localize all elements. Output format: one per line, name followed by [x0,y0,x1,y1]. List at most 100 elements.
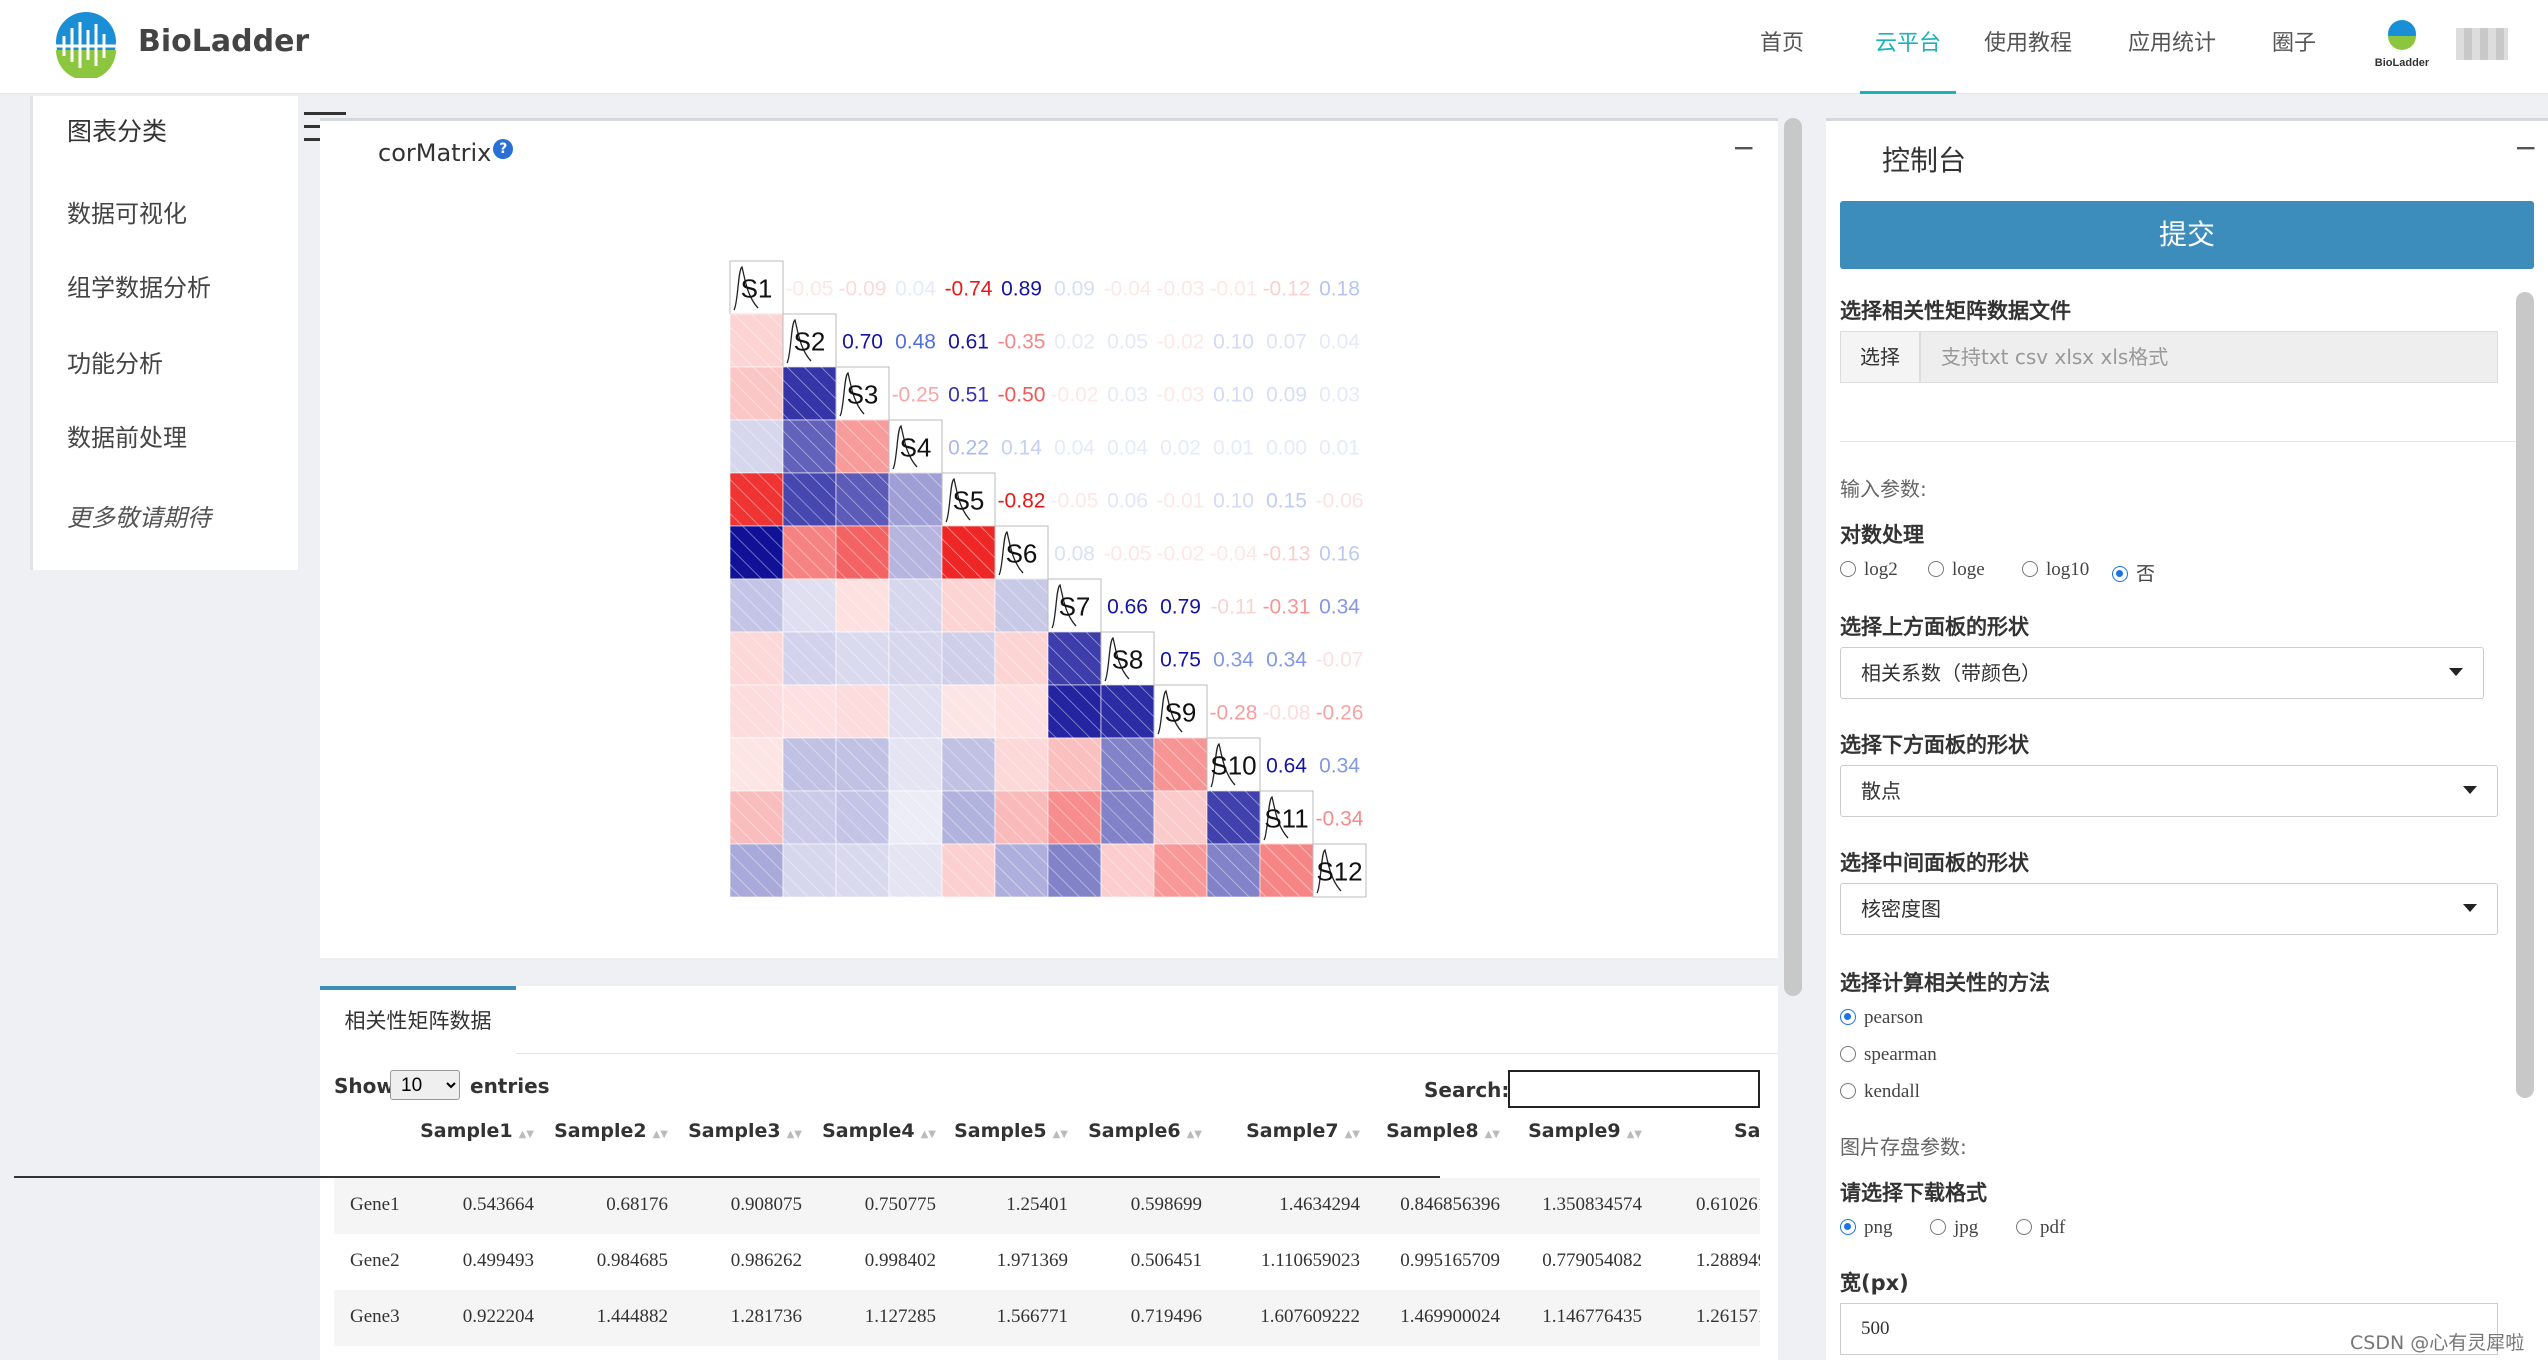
diag-panel-select[interactable]: 核密度图 [1840,883,2498,935]
corr-value-S5-S7: -0.05 [1051,490,1099,513]
control-scrollbar[interactable] [2516,292,2534,1098]
column-header-label: Sample9 [1528,1120,1621,1142]
radio-unchecked-icon[interactable] [2016,1219,2032,1235]
lower-panel-select[interactable]: 散点 [1840,765,2498,817]
radio-checked-icon[interactable] [1840,1009,1856,1025]
radio-option[interactable]: pearson [1840,1007,1923,1029]
radio-option[interactable]: spearman [1840,1044,1937,1066]
radio-label: spearman [1864,1044,1937,1065]
column-header[interactable]: Sample2 ▲▼ [518,1120,668,1142]
file-path-input[interactable]: 支持txt csv xlsx xls格式 [1920,331,2498,383]
collapse-control-icon[interactable]: − [2514,131,2537,164]
corr-value-S1-S8: -0.04 [1104,278,1152,301]
method-label: 选择计算相关性的方法 [1840,971,2050,995]
corr-value-S4-S5: 0.22 [948,437,989,460]
radio-option[interactable]: log2 [1840,559,1898,581]
radio-checked-icon[interactable] [1840,1219,1856,1235]
column-header[interactable]: Sample1 [1734,1120,1760,1142]
radio-unchecked-icon[interactable] [1928,561,1944,577]
radio-option[interactable]: kendall [1840,1081,1920,1103]
hatch-overlay-S2-S1 [730,314,783,367]
hatch-overlay-S9-S6 [995,685,1048,738]
column-header[interactable]: Sample8 ▲▼ [1350,1120,1500,1142]
submit-button[interactable]: 提交 [1840,201,2534,269]
corr-value-S3-S8: 0.03 [1107,384,1148,407]
sort-icon[interactable]: ▲▼ [1187,1129,1202,1140]
nav-tutorial[interactable]: 使用教程 [1984,0,2072,94]
corr-value-S1-S7: 0.09 [1054,278,1095,301]
column-header[interactable]: Sample3 ▲▼ [652,1120,802,1142]
corr-value-S7-S10: -0.11 [1210,596,1256,619]
hatch-overlay-S9-S7 [1048,685,1101,738]
row-name: Gene2 [350,1250,400,1271]
column-header-label: Sample4 [822,1120,915,1142]
entries-select[interactable]: 10 [390,1070,460,1100]
column-header[interactable]: Sample1 ▲▼ [384,1120,534,1142]
file-choose-button[interactable]: 选择 [1840,331,1920,383]
diagonal-label-S9: S9 [1165,698,1197,728]
hatch-overlay-S11-S6 [995,791,1048,844]
chart-panel: corMatrix? − S1 -0.05 -0.09 0.04 -0.74 0.89 0.… [320,118,1778,958]
hatch-overlay-S12-S10 [1207,844,1260,897]
radio-option[interactable]: log10 [2022,559,2089,581]
diagonal-label-S4: S4 [900,433,932,463]
hatch-overlay-S12-S3 [836,844,889,897]
column-header[interactable]: Sample4 ▲▼ [786,1120,936,1142]
table-cell: 0.68176 [606,1194,668,1215]
upper-panel-select[interactable]: 相关系数（带颜色） [1840,647,2484,699]
bioladder-logo-icon[interactable] [40,12,132,78]
nav-cloud-platform[interactable]: 云平台 [1860,0,1956,94]
hatch-overlay-S9-S2 [783,685,836,738]
column-header[interactable]: Sample5 ▲▼ [918,1120,1068,1142]
column-header[interactable]: Sample6 ▲▼ [1052,1120,1202,1142]
diag-panel-value: 核密度图 [1861,897,1941,921]
table-cell: 0.922204 [462,1306,534,1327]
radio-unchecked-icon[interactable] [1840,1046,1856,1062]
table-cell: 1.469900024 [1400,1306,1500,1327]
sidebar-item-visualization[interactable]: 数据可视化 [67,194,187,229]
corr-value-S1-S6: 0.89 [1001,278,1042,301]
table-cell: 0.543664 [462,1194,534,1215]
hatch-overlay-S6-S1 [730,526,783,579]
radio-option[interactable]: loge [1928,559,1985,581]
radio-unchecked-icon[interactable] [2022,561,2038,577]
control-title: 控制台 [1882,144,1967,177]
corr-value-S6-S8: -0.05 [1104,543,1152,566]
radio-unchecked-icon[interactable] [1840,561,1856,577]
user-avatar[interactable] [2456,28,2508,60]
search-input[interactable] [1508,1070,1760,1108]
brand-name[interactable]: BioLadder [138,24,309,59]
input-params-label: 输入参数: [1840,477,1927,501]
radio-option[interactable]: jpg [1930,1217,1978,1239]
sidebar-item-preprocessing[interactable]: 数据前处理 [67,418,187,453]
hatch-overlay-S12-S9 [1154,844,1207,897]
column-header[interactable]: Sample9 ▲▼ [1492,1120,1642,1142]
table-cell: 1.281736 [730,1306,802,1327]
sidebar-item-functional[interactable]: 功能分析 [67,344,163,379]
nav-app-stats[interactable]: 应用统计 [2128,0,2216,94]
sidebar-item-omics[interactable]: 组学数据分析 [67,268,211,303]
main-scrollbar[interactable] [1784,118,1802,996]
tab-correlation-data[interactable]: 相关性矩阵数据 [320,986,516,1054]
sort-icon[interactable]: ▲▼ [1627,1129,1642,1140]
corr-value-S6-S9: -0.02 [1157,543,1205,566]
user-logo-icon[interactable]: BioLadder [2372,18,2432,70]
radio-option[interactable]: pdf [2016,1217,2065,1239]
radio-unchecked-icon[interactable] [1840,1083,1856,1099]
column-header[interactable]: Sample7 ▲▼ [1210,1120,1360,1142]
hatch-overlay-S7-S1 [730,579,783,632]
corr-value-S5-S10: 0.10 [1213,490,1254,513]
nav-home[interactable]: 首页 [1760,0,1804,94]
column-header-label: Sample6 [1088,1120,1181,1142]
radio-option[interactable]: 否 [2112,559,2155,586]
nav-circle[interactable]: 圈子 [2272,0,2316,94]
radio-option[interactable]: png [1840,1217,1893,1239]
hatch-overlay-S5-S1 [730,473,783,526]
divider [1840,441,2520,442]
radio-unchecked-icon[interactable] [1930,1219,1946,1235]
top-navbar: BioLadder 首页 云平台 使用教程 应用统计 圈子 BioLadder [0,0,2548,94]
radio-checked-icon[interactable] [2112,566,2128,582]
sidebar-title: 图表分类 [67,117,168,146]
corr-value-S3-S11: 0.09 [1266,384,1307,407]
corr-value-S1-S9: -0.03 [1157,278,1205,301]
